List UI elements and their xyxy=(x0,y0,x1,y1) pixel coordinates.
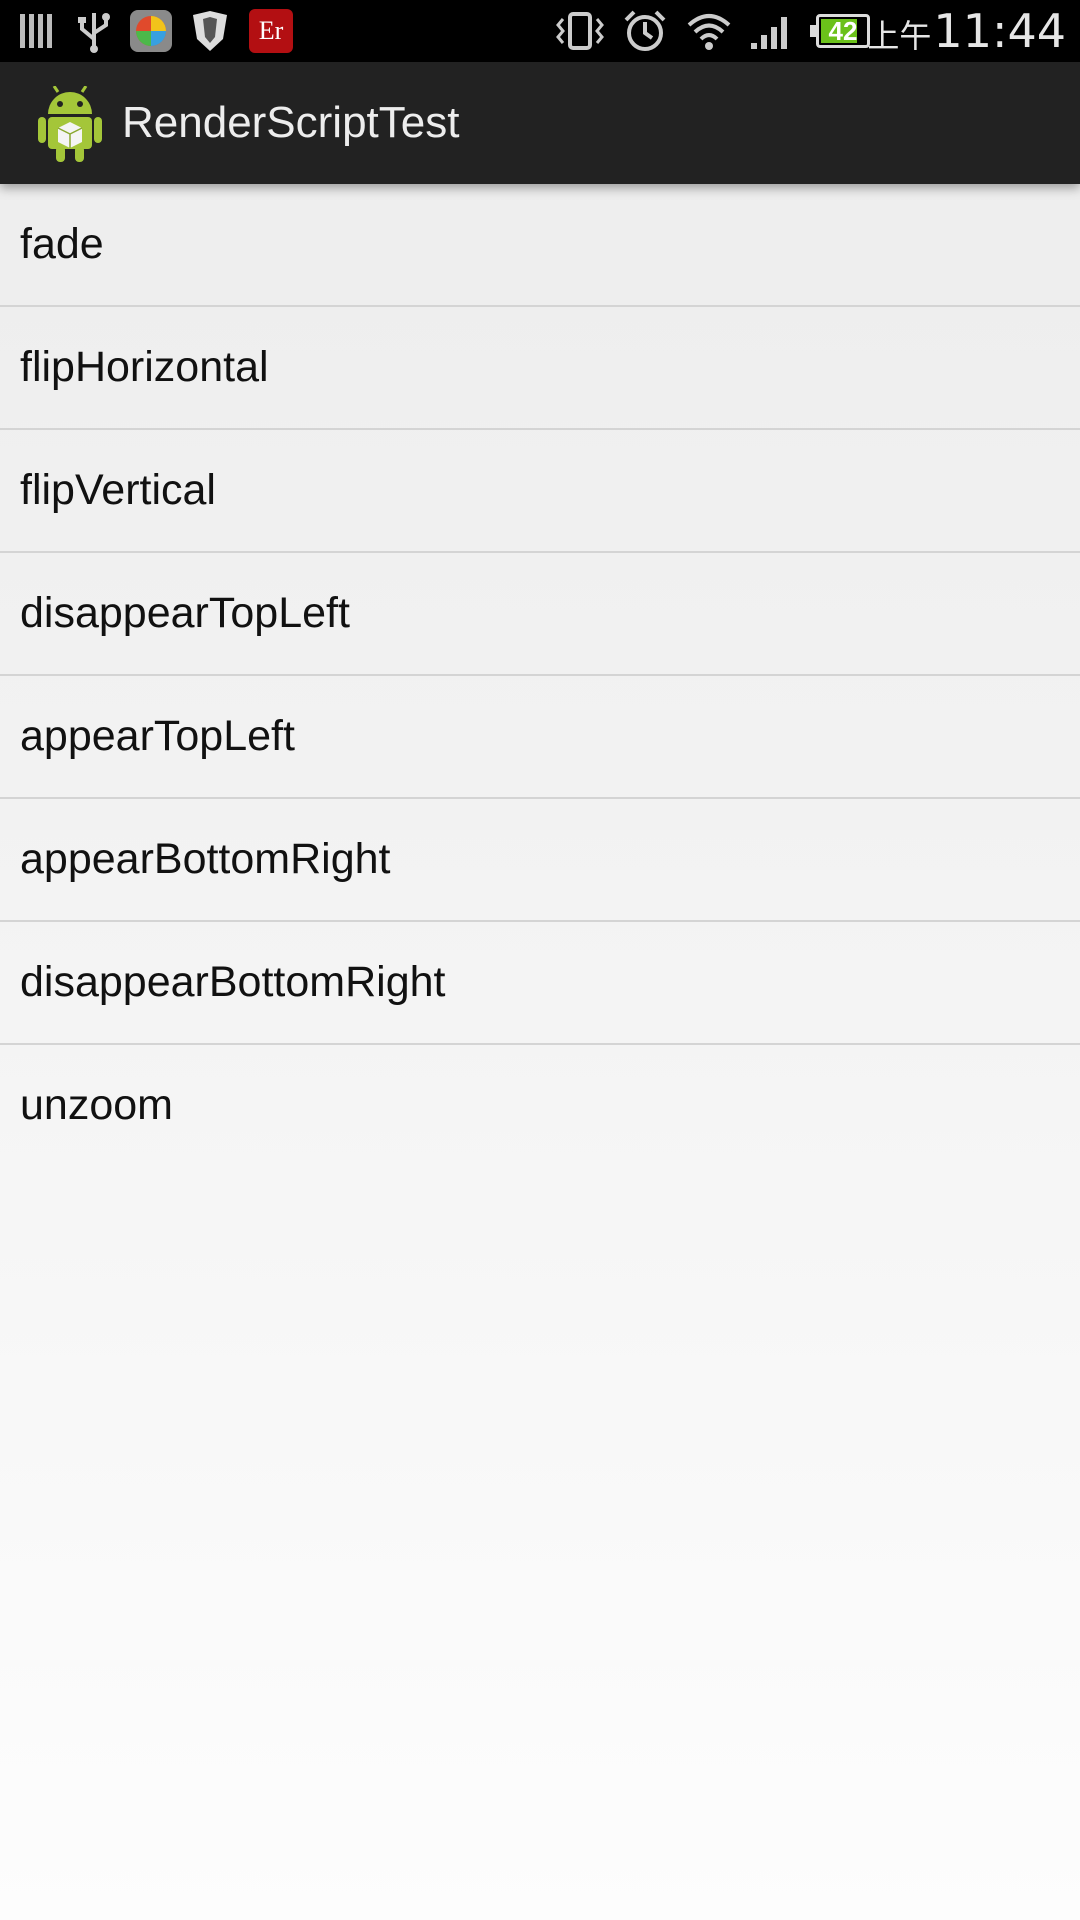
shield-icon xyxy=(188,8,232,54)
list-item-label: flipHorizontal xyxy=(20,343,269,391)
list-item-label: disappearTopLeft xyxy=(20,589,350,637)
clock-time: 11:44 xyxy=(933,4,1066,58)
list-item-label: flipVertical xyxy=(20,466,216,514)
battery-icon: 42 xyxy=(810,14,870,48)
list-item-unzoom[interactable]: unzoom xyxy=(0,1045,1080,1166)
android-app-icon[interactable] xyxy=(38,85,102,162)
list-item-label: appearTopLeft xyxy=(20,712,295,760)
color-ball-app-icon xyxy=(128,8,174,54)
app-title: RenderScriptTest xyxy=(122,98,460,147)
vibrate-icon xyxy=(552,8,608,54)
list-item-flip-vertical[interactable]: flipVertical xyxy=(0,430,1080,553)
action-bar: RenderScriptTest xyxy=(0,62,1080,184)
list-item-flip-horizontal[interactable]: flipHorizontal xyxy=(0,307,1080,430)
list-item-label: appearBottomRight xyxy=(20,835,391,883)
wifi-icon xyxy=(684,8,734,54)
clock-ampm: 上午 xyxy=(867,17,932,55)
effects-list: fade flipHorizontal flipVertical disappe… xyxy=(0,184,1080,1166)
status-bar: Er 42 上午11:44 xyxy=(0,0,1080,62)
battery-level: 42 xyxy=(828,16,858,46)
usb-icon xyxy=(72,8,116,54)
list-item-appear-top-left[interactable]: appearTopLeft xyxy=(0,676,1080,799)
list-item-disappear-top-left[interactable]: disappearTopLeft xyxy=(0,553,1080,676)
list-item-fade[interactable]: fade xyxy=(0,184,1080,307)
list-item-label: fade xyxy=(20,220,104,268)
cell-signal-icon xyxy=(748,8,796,54)
signal-bars-notification-icon xyxy=(18,8,54,54)
list-item-label: unzoom xyxy=(20,1081,173,1129)
er-app-label: Er xyxy=(249,9,293,53)
list-item-disappear-bottom-right[interactable]: disappearBottomRight xyxy=(0,922,1080,1045)
er-app-icon: Er xyxy=(248,8,294,54)
list-item-label: disappearBottomRight xyxy=(20,958,446,1006)
list-item-appear-bottom-right[interactable]: appearBottomRight xyxy=(0,799,1080,922)
alarm-icon xyxy=(620,8,670,54)
status-clock: 上午11:44 xyxy=(867,0,1066,62)
